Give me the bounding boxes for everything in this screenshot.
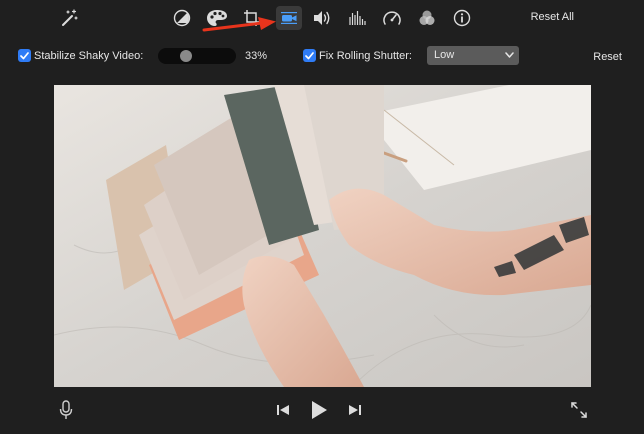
stabilize-label: Stabilize Shaky Video:	[34, 50, 144, 62]
rolling-shutter-value: Low	[434, 49, 455, 61]
imovie-adjustments-window: Reset All Stabilize Shaky Video: 33% Fix…	[0, 0, 644, 434]
color-balance-icon[interactable]	[171, 7, 193, 29]
playback-bar	[0, 392, 644, 434]
video-frame-image	[54, 85, 591, 387]
stabilize-slider-knob[interactable]	[180, 50, 193, 62]
stabilize-checkbox[interactable]	[18, 49, 31, 62]
crop-icon[interactable]	[241, 7, 263, 29]
reset-button[interactable]: Reset	[593, 51, 622, 63]
adjustments-toolbar: Reset All	[0, 0, 644, 36]
rolling-shutter-checkbox[interactable]	[303, 49, 316, 62]
play-icon[interactable]	[309, 400, 329, 420]
reset-all-button[interactable]: Reset All	[531, 11, 574, 23]
microphone-icon[interactable]	[58, 400, 74, 420]
rolling-shutter-select[interactable]: Low	[427, 46, 519, 65]
info-icon[interactable]	[451, 7, 473, 29]
speedometer-icon[interactable]	[381, 7, 403, 29]
video-preview[interactable]	[54, 85, 591, 387]
skip-back-icon[interactable]	[275, 403, 291, 417]
filter-circles-icon[interactable]	[416, 7, 438, 29]
stabilize-slider[interactable]	[158, 48, 236, 64]
magic-wand-icon[interactable]	[58, 7, 80, 29]
color-palette-icon[interactable]	[206, 7, 228, 29]
stabilization-controls: Stabilize Shaky Video: 33% Fix Rolling S…	[0, 42, 644, 70]
fullscreen-icon[interactable]	[570, 401, 588, 419]
video-camera-icon[interactable]	[276, 6, 302, 30]
stabilize-percent: 33%	[245, 50, 268, 62]
speaker-icon[interactable]	[311, 7, 333, 29]
equalizer-icon[interactable]	[346, 7, 368, 29]
skip-forward-icon[interactable]	[347, 403, 363, 417]
rolling-shutter-label: Fix Rolling Shutter:	[319, 50, 412, 62]
chevron-down-icon	[505, 52, 514, 58]
